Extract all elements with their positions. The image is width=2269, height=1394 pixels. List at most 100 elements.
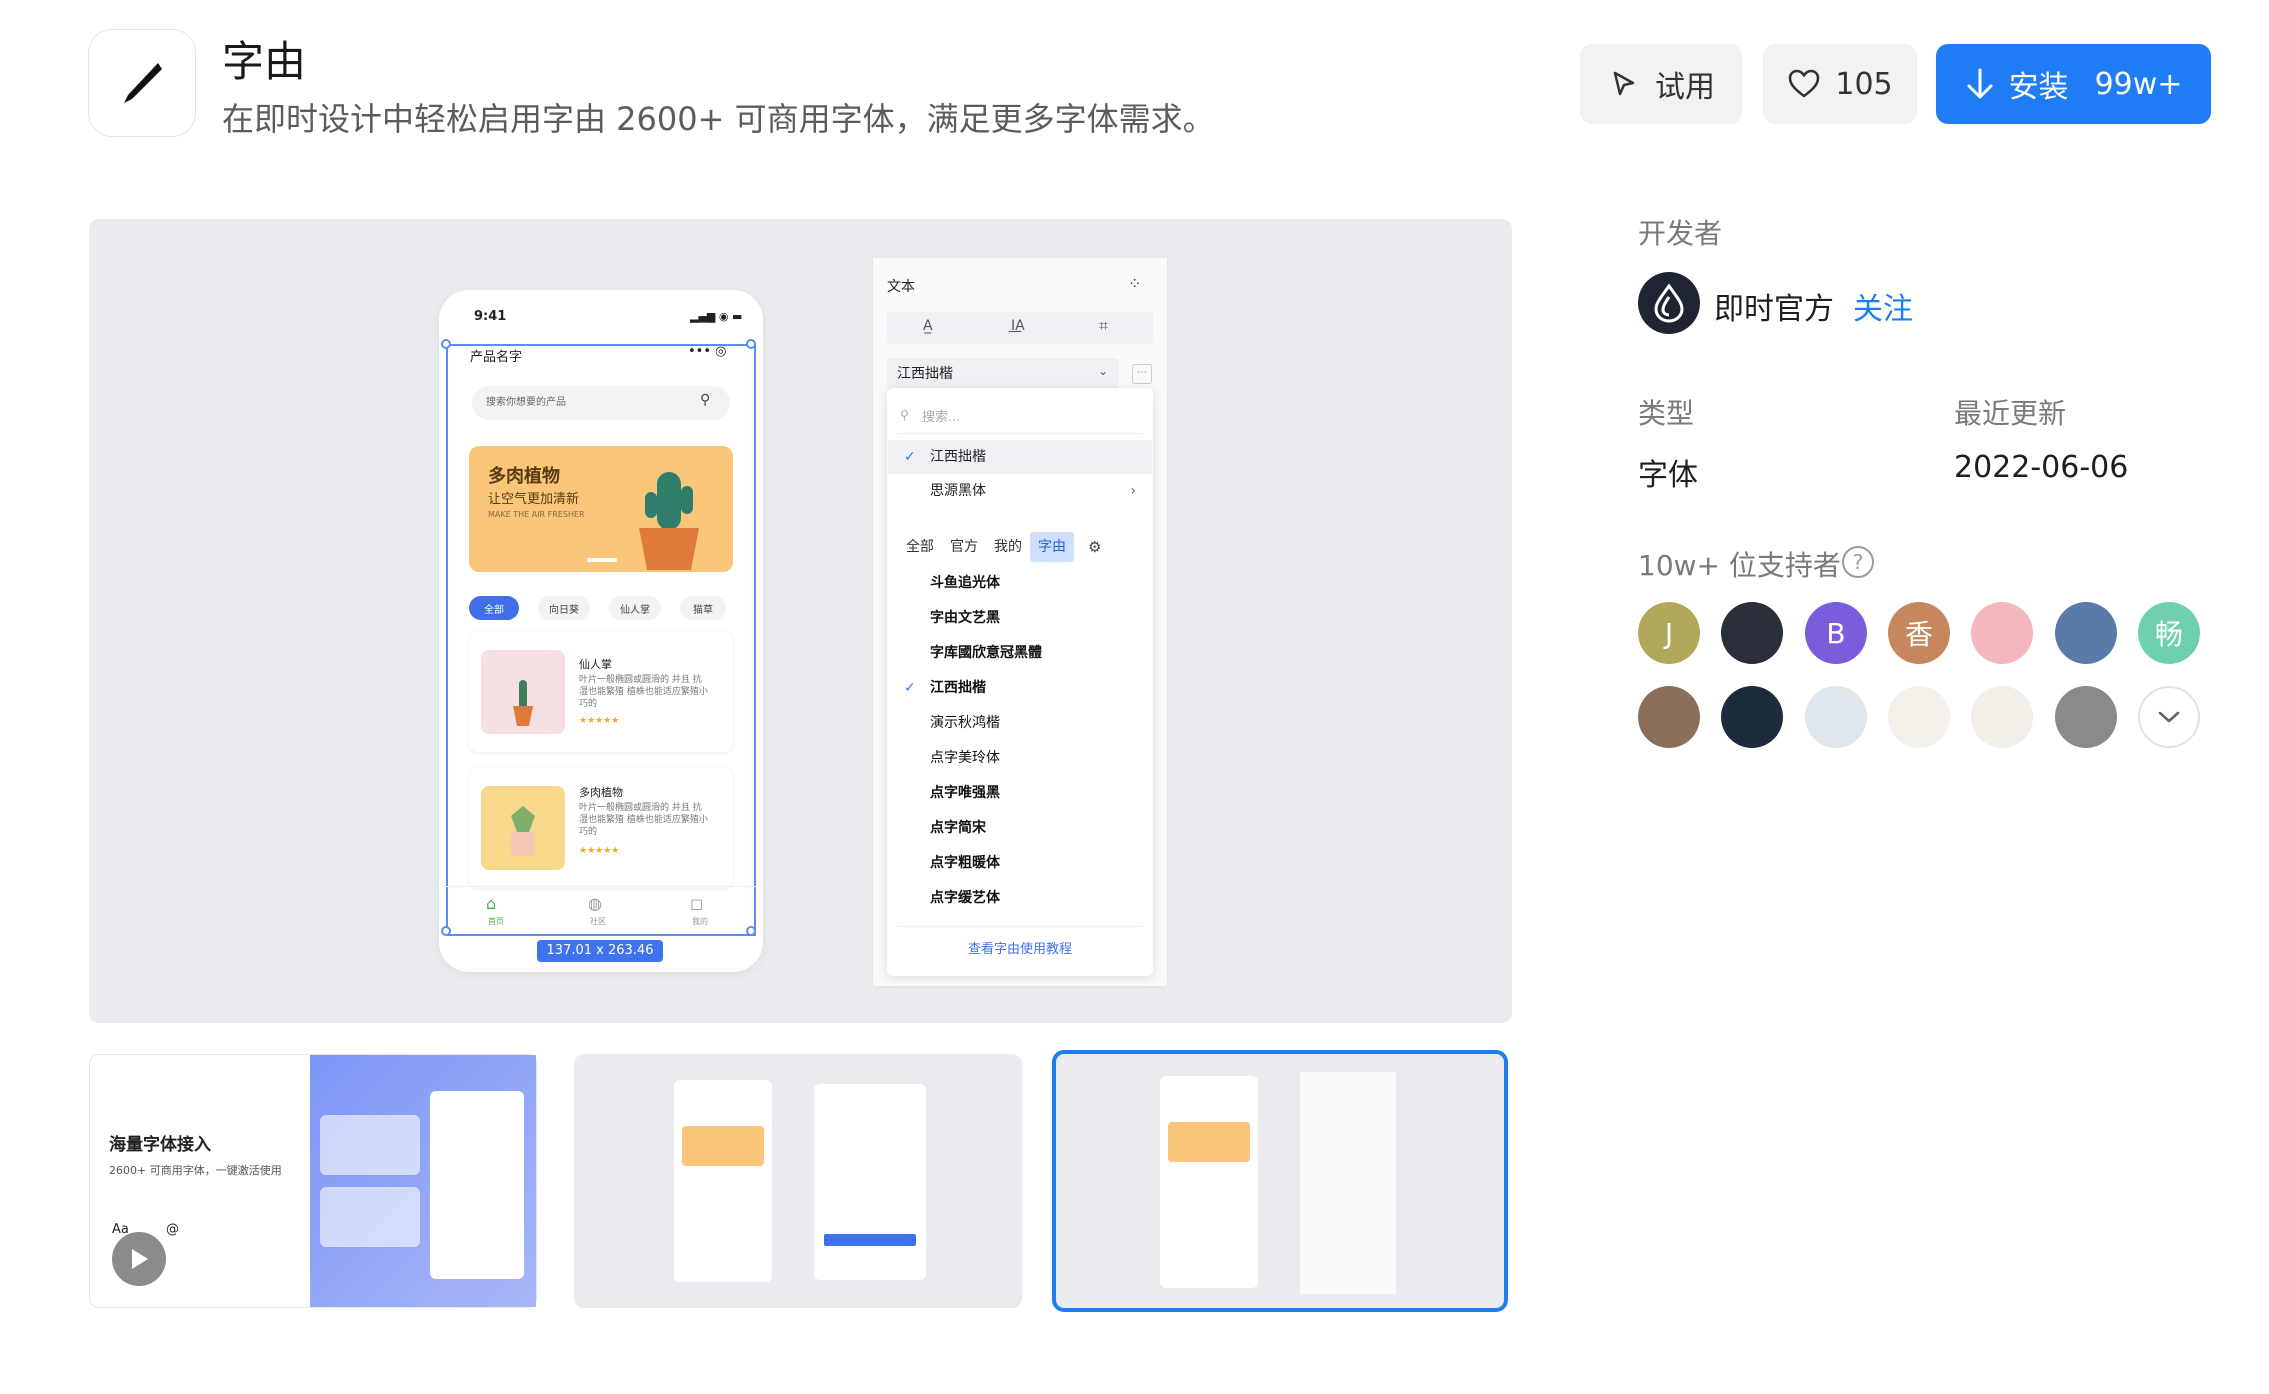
nav-label-community: 社区 bbox=[590, 917, 606, 926]
frame-icon: ⌗ bbox=[1099, 316, 1109, 335]
chevron-down-icon bbox=[2158, 711, 2180, 723]
thumbnail-3-selected[interactable] bbox=[1052, 1050, 1508, 1312]
app-logo bbox=[88, 29, 196, 137]
drop-logo-icon bbox=[1654, 283, 1684, 323]
cactus-illustration bbox=[639, 472, 699, 570]
thumbnail-1-title: 海量字体接入 bbox=[109, 1135, 211, 1155]
settings-icon: ⚙ bbox=[1088, 538, 1102, 556]
main-preview-image bbox=[89, 219, 1512, 1023]
nav-label-mine: 我的 bbox=[692, 917, 708, 926]
supporter-avatar[interactable] bbox=[1721, 686, 1783, 748]
star-rating: ★★★★★ bbox=[579, 846, 620, 856]
supporter-avatar[interactable] bbox=[1721, 602, 1783, 664]
follow-button[interactable]: 关注 bbox=[1853, 284, 1913, 328]
product-card: 仙人掌 叶片一般椭圆或圆滑的 并且 抗湿也能繁殖 植株也能适应繁殖小巧的 ★★★… bbox=[469, 632, 733, 752]
like-button[interactable]: 105 bbox=[1763, 44, 1917, 124]
recent-font-item: ✓ 江西拙楷 bbox=[888, 440, 1152, 474]
app-description: 在即时设计中轻松启用字由 2600+ 可商用字体，满足更多字体需求。 bbox=[222, 100, 1215, 138]
selection-handle bbox=[441, 926, 451, 936]
supporters-label: 10w+ 位支持者 bbox=[1638, 549, 1841, 582]
supporter-avatar[interactable] bbox=[1805, 686, 1867, 748]
supporter-avatar[interactable] bbox=[2055, 686, 2117, 748]
product-image bbox=[481, 786, 565, 870]
font-item: 点字缓艺体 bbox=[930, 890, 1000, 906]
search-icon: ⚲ bbox=[700, 392, 711, 408]
tab-mine: 我的 bbox=[994, 539, 1022, 555]
help-icon[interactable]: ? bbox=[1842, 546, 1874, 578]
chevron-down-icon: ⌄ bbox=[1098, 364, 1109, 378]
more-dots-icon: ••• ◎ bbox=[688, 344, 727, 359]
install-label: 安装 bbox=[2008, 70, 2069, 105]
supporter-avatar[interactable]: 香 bbox=[1888, 602, 1950, 664]
play-button[interactable] bbox=[112, 1232, 166, 1286]
font-item: 点字粗暖体 bbox=[930, 855, 1000, 871]
thumbnail-1-subtitle: 2600+ 可商用字体，一键激活使用 bbox=[109, 1164, 282, 1177]
phone-time: 9:41 bbox=[474, 309, 507, 324]
tab-official: 官方 bbox=[950, 539, 978, 555]
font-item: 字由文艺黑 bbox=[930, 610, 1000, 626]
selection-handle bbox=[746, 339, 756, 349]
thumbnail-2[interactable] bbox=[574, 1054, 1022, 1308]
tab-bar-divider bbox=[446, 886, 756, 887]
supporter-avatar[interactable]: J bbox=[1638, 602, 1700, 664]
developer-name[interactable]: 即时官方 bbox=[1714, 284, 1834, 328]
recent-font-item: 思源黑体 › bbox=[888, 474, 1152, 508]
supporter-avatar[interactable] bbox=[1888, 686, 1950, 748]
dropdown-divider bbox=[898, 926, 1142, 927]
supporter-avatar[interactable] bbox=[1638, 686, 1700, 748]
type-label: 类型 bbox=[1638, 397, 1695, 430]
font-search-input: 搜索... bbox=[898, 402, 1142, 434]
chip-sunflower: 向日葵 bbox=[538, 596, 590, 620]
star-rating: ★★★★★ bbox=[579, 716, 620, 726]
banner-title: 多肉植物 bbox=[488, 466, 560, 487]
install-button[interactable]: 安装 99w+ bbox=[1936, 44, 2211, 124]
selection-handle bbox=[746, 926, 756, 936]
banner-subtitle: 让空气更加清新 bbox=[488, 492, 580, 507]
supporter-avatar[interactable] bbox=[1971, 602, 2033, 664]
chip-all: 全部 bbox=[469, 596, 519, 620]
supporter-avatar[interactable] bbox=[2055, 602, 2117, 664]
supporter-avatar[interactable]: 畅 bbox=[2138, 602, 2200, 664]
panel-title: 文本 bbox=[887, 279, 915, 295]
product-title: 多肉植物 bbox=[579, 786, 623, 799]
banner-caption: MAKE THE AIR FRESHER bbox=[488, 510, 585, 519]
developer-avatar[interactable] bbox=[1638, 272, 1700, 334]
search-icon: ⚲ bbox=[900, 408, 909, 422]
font-item: 字库國欣意冠黑體 bbox=[930, 645, 1042, 661]
font-item-selected: ✓ 江西拙楷 bbox=[888, 671, 1152, 706]
text-tools-bar: A̲ I͟A ⌗ bbox=[887, 312, 1153, 344]
at-tag: @ bbox=[166, 1222, 179, 1237]
cursor-click-icon bbox=[1613, 71, 1635, 96]
updated-label: 最近更新 bbox=[1954, 397, 2067, 430]
download-arrow-icon bbox=[1967, 68, 1993, 99]
try-label: 试用 bbox=[1655, 70, 1715, 105]
home-icon: ⌂ bbox=[486, 894, 497, 913]
font-select: 江西拙楷 bbox=[887, 358, 1119, 390]
font-item: 斗鱼追光体 bbox=[930, 575, 1000, 591]
font-item: 点字美玲体 bbox=[930, 750, 1000, 766]
font-source-tabs: 全部 官方 我的 字由 ⚙ bbox=[898, 530, 1142, 564]
supporter-avatar[interactable] bbox=[1971, 686, 2033, 748]
product-desc: 叶片一般椭圆或圆滑的 并且 抗湿也能繁殖 植株也能适应繁殖小巧的 bbox=[579, 675, 708, 709]
product-card: 多肉植物 叶片一般椭圆或圆滑的 并且 抗湿也能繁殖 植株也能适应繁殖小巧的 ★★… bbox=[469, 768, 733, 888]
check-icon: ✓ bbox=[904, 680, 916, 696]
nav-label-home: 首页 bbox=[488, 917, 504, 926]
text-size-icon: I͟A bbox=[1011, 318, 1025, 334]
thumbnail-1-illustration bbox=[310, 1055, 536, 1307]
try-button[interactable]: 试用 bbox=[1580, 44, 1742, 124]
dimension-label: 137.01 x 263.46 bbox=[537, 940, 663, 962]
banner-pagination bbox=[587, 558, 617, 562]
product-title: 仙人掌 bbox=[579, 658, 612, 671]
app-title: 字由 bbox=[222, 37, 307, 86]
font-options-icon: ⋯ bbox=[1132, 364, 1152, 384]
selection-handle bbox=[441, 339, 451, 349]
basketball-icon: ◍ bbox=[588, 894, 602, 913]
brush-icon bbox=[124, 63, 162, 103]
chip-catgrass: 猫草 bbox=[680, 596, 726, 620]
phone-search-bar: 搜索你想要的产品 bbox=[472, 386, 730, 420]
tutorial-link: 查看字由使用教程 bbox=[967, 942, 1072, 957]
play-icon bbox=[132, 1249, 148, 1269]
supporter-avatar[interactable]: B bbox=[1805, 602, 1867, 664]
expand-supporters-button[interactable] bbox=[2138, 686, 2200, 748]
product-desc: 叶片一般椭圆或圆滑的 并且 抗湿也能繁殖 植株也能适应繁殖小巧的 bbox=[579, 803, 708, 837]
